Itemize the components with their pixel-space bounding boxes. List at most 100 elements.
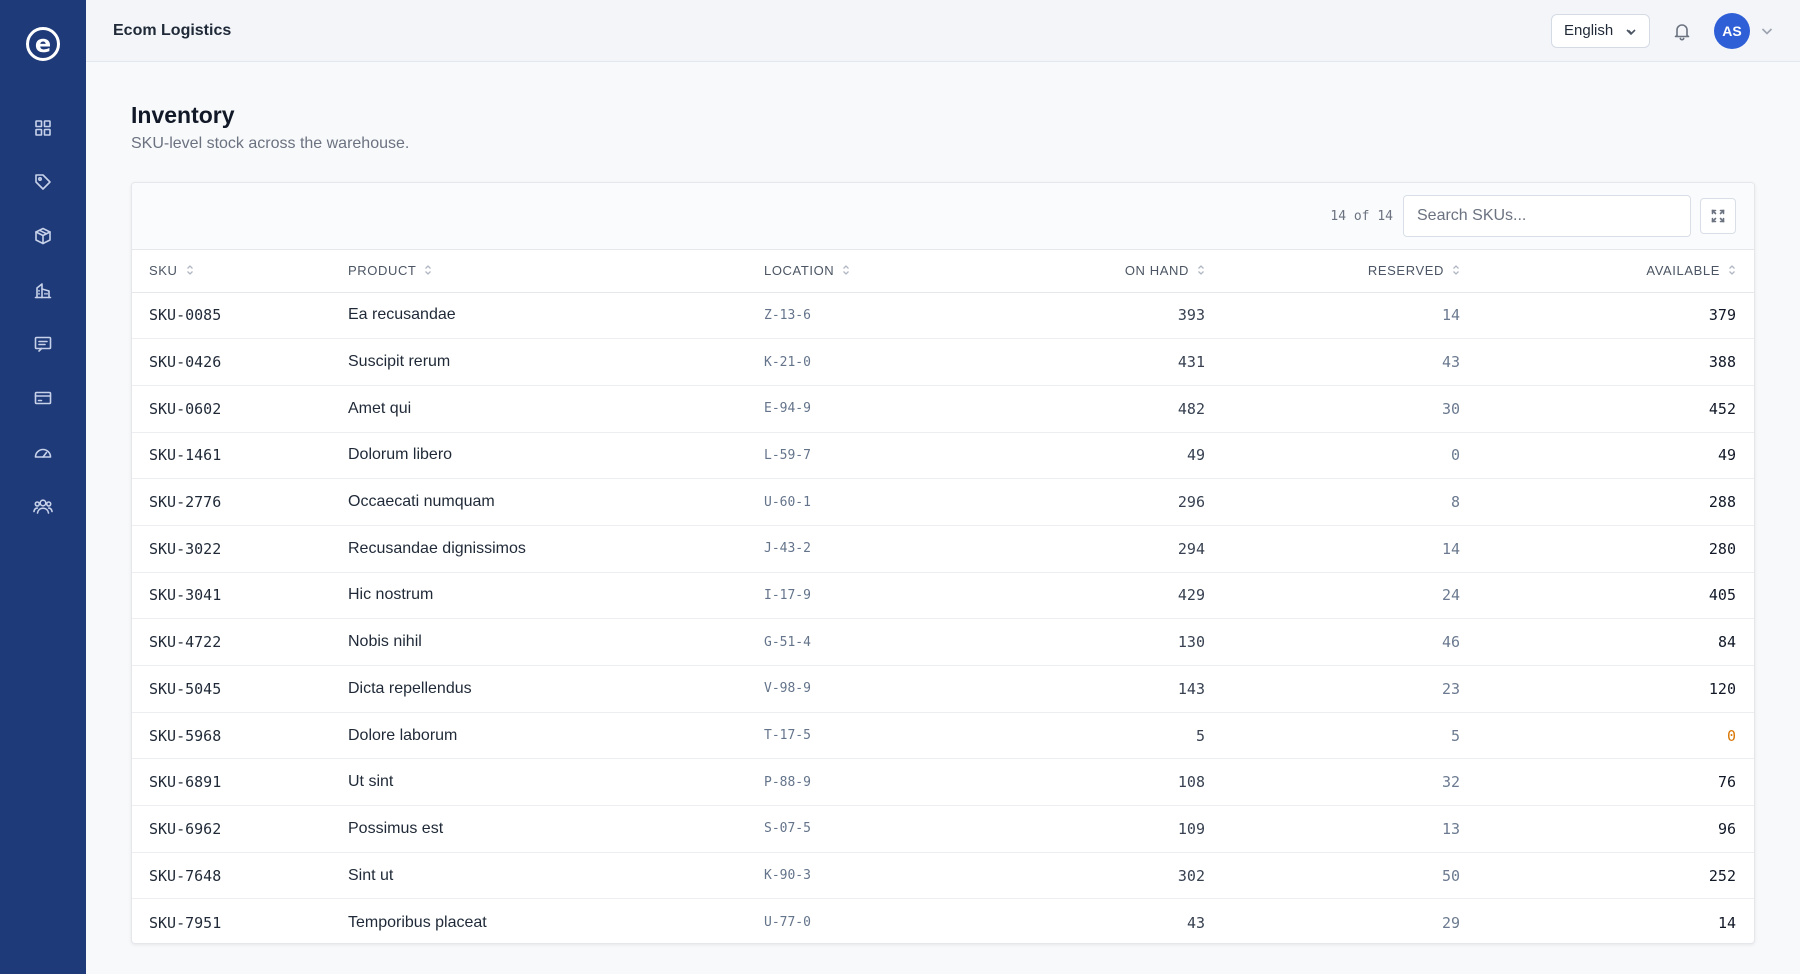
sidebar-item-billing[interactable]: [23, 378, 63, 418]
table-row[interactable]: SKU-0602 Amet qui E-94-9 482 30 452: [132, 385, 1754, 433]
cell-on-hand: 108: [964, 758, 1205, 807]
avatar[interactable]: AS: [1714, 12, 1750, 49]
sidebar-item-inventory[interactable]: [23, 216, 63, 256]
sidebar-item-products[interactable]: [23, 162, 63, 202]
cell-available: 280: [1460, 525, 1754, 573]
cell-location: K-21-0: [764, 338, 964, 386]
table-row[interactable]: SKU-6891 Ut sint P-88-9 108 32 76: [132, 758, 1754, 807]
cell-reserved: 29: [1441, 913, 1460, 932]
sidebar-item-messages[interactable]: [23, 324, 63, 364]
cell-sku: SKU-3022: [132, 525, 348, 573]
table-row[interactable]: SKU-5968 Dolore laborum T-17-5 5 5 0: [132, 712, 1754, 760]
cell-sku: SKU-4722: [132, 618, 348, 666]
table-row[interactable]: SKU-7951 Temporibus placeat U-77-0 43 29 14: [132, 899, 1754, 943]
cell-sku: SKU-0085: [132, 292, 348, 340]
column-header-on-hand[interactable]: ON HAND: [964, 250, 1205, 293]
cell-location: V-98-9: [764, 665, 964, 713]
cell-location: Z-13-6: [764, 292, 964, 340]
cell-sku: SKU-7951: [149, 913, 222, 932]
cell-sku: SKU-5045: [132, 665, 348, 713]
table-row[interactable]: SKU-6962 Possimus est S-07-5 109 13 96: [132, 805, 1754, 853]
column-header-product[interactable]: PRODUCT: [348, 250, 764, 293]
cell-sku: SKU-2776: [132, 478, 348, 526]
cell-sku: SKU-6891: [132, 758, 348, 807]
table-row[interactable]: SKU-1461 Dolorum libero L-59-7 49 0 49: [132, 432, 1754, 480]
sidebar-item-dashboard[interactable]: [23, 108, 63, 148]
cell-on-hand: 49: [964, 432, 1205, 480]
cell-reserved: 14: [1205, 292, 1460, 340]
cell-sku: SKU-0602: [132, 385, 348, 433]
bell-icon: [1674, 23, 1690, 40]
cell-reserved: 43: [1205, 338, 1460, 386]
cell-available: 388: [1460, 338, 1754, 386]
sort-icon: [1197, 264, 1205, 276]
cell-on-hand: 109: [964, 805, 1205, 853]
cell-product: Suscipit rerum: [348, 338, 764, 386]
cell-product: Ea recusandae: [348, 292, 764, 340]
search-input[interactable]: [1403, 195, 1691, 237]
cell-location: K-90-3: [764, 852, 964, 900]
table-row[interactable]: SKU-0085 Ea recusandae Z-13-6 393 14 379: [132, 292, 1754, 340]
column-header-location[interactable]: LOCATION: [764, 250, 964, 293]
cell-on-hand: 431: [964, 338, 1205, 386]
cell-available: 405: [1460, 572, 1754, 620]
column-header-label: PRODUCT: [348, 263, 417, 279]
cell-location: U-60-1: [764, 478, 964, 526]
sidebar-item-team[interactable]: [23, 486, 63, 526]
column-header-label: SKU: [149, 263, 178, 279]
table-row[interactable]: SKU-0426 Suscipit rerum K-21-0 431 43 388: [132, 338, 1754, 386]
card-icon: [34, 391, 52, 405]
cell-location: S-07-5: [764, 805, 964, 853]
cell-on-hand: 429: [964, 572, 1205, 620]
cell-reserved: 50: [1205, 852, 1460, 900]
cell-location: T-17-5: [764, 712, 964, 760]
cell-product: Possimus est: [348, 805, 764, 853]
logo[interactable]: e: [26, 27, 60, 61]
cell-location: L-59-7: [764, 432, 964, 480]
cell-on-hand: 302: [964, 852, 1205, 900]
cell-product: Occaecati numquam: [348, 478, 764, 526]
column-header-reserved[interactable]: RESERVED: [1205, 250, 1460, 293]
app-title: Ecom Logistics: [113, 21, 232, 39]
table-row[interactable]: SKU-4722 Nobis nihil G-51-4 130 46 84: [132, 618, 1754, 666]
cell-product: Dolorum libero: [348, 432, 764, 480]
table-toolbar: 14 of 14: [132, 183, 1754, 250]
cell-available: 76: [1460, 758, 1754, 807]
inventory-card: 14 of 14 SKU PRODUCT LOCATION ON HAND RE…: [131, 182, 1755, 944]
table-body: SKU-0085 Ea recusandae Z-13-6 393 14 379 SKU-0…: [132, 292, 1754, 943]
gauge-icon: [34, 448, 52, 458]
chevron-down-icon[interactable]: [1760, 24, 1774, 38]
cell-available: 379: [1460, 292, 1754, 340]
cell-product: Ut sint: [348, 758, 764, 807]
language-value: English: [1564, 22, 1614, 39]
table-row[interactable]: SKU-3022 Recusandae dignissimos J-43-2 294 1…: [132, 525, 1754, 573]
cell-on-hand: 5: [964, 712, 1205, 760]
expand-button[interactable]: [1700, 198, 1736, 234]
column-header-sku[interactable]: SKU: [132, 250, 348, 293]
language-select[interactable]: English: [1551, 13, 1650, 48]
sidebar-item-warehouses[interactable]: [23, 270, 63, 310]
column-header-available[interactable]: AVAILABLE: [1460, 250, 1754, 293]
cell-product: Recusandae dignissimos: [348, 525, 764, 573]
sort-icon: [1728, 264, 1736, 276]
cell-available: 288: [1460, 478, 1754, 526]
cell-reserved: 32: [1205, 758, 1460, 807]
table-row[interactable]: SKU-5045 Dicta repellendus V-98-9 143 23 120: [132, 665, 1754, 713]
table-header-row: SKU PRODUCT LOCATION ON HAND RESERVED AV…: [132, 250, 1754, 293]
cell-location: E-94-9: [764, 385, 964, 433]
cell-available: 452: [1460, 385, 1754, 433]
topbar-actions: English AS: [1551, 12, 1774, 49]
column-header-label: LOCATION: [764, 263, 835, 279]
cell-available: 49: [1460, 432, 1754, 480]
table-row[interactable]: SKU-3041 Hic nostrum I-17-9 429 24 405: [132, 572, 1754, 620]
cell-on-hand: 482: [964, 385, 1205, 433]
sidebar-item-performance[interactable]: [23, 432, 63, 472]
cell-available: 96: [1460, 805, 1754, 853]
cell-location: J-43-2: [764, 525, 964, 573]
notifications-button[interactable]: [1670, 19, 1694, 43]
inventory-table: SKU PRODUCT LOCATION ON HAND RESERVED AV…: [132, 250, 1754, 943]
page-subtitle: SKU-level stock across the warehouse.: [131, 135, 410, 152]
table-row[interactable]: SKU-2776 Occaecati numquam U-60-1 296 8 288: [132, 478, 1754, 526]
page-title: Inventory: [131, 102, 235, 128]
table-row[interactable]: SKU-7648 Sint ut K-90-3 302 50 252: [132, 852, 1754, 900]
